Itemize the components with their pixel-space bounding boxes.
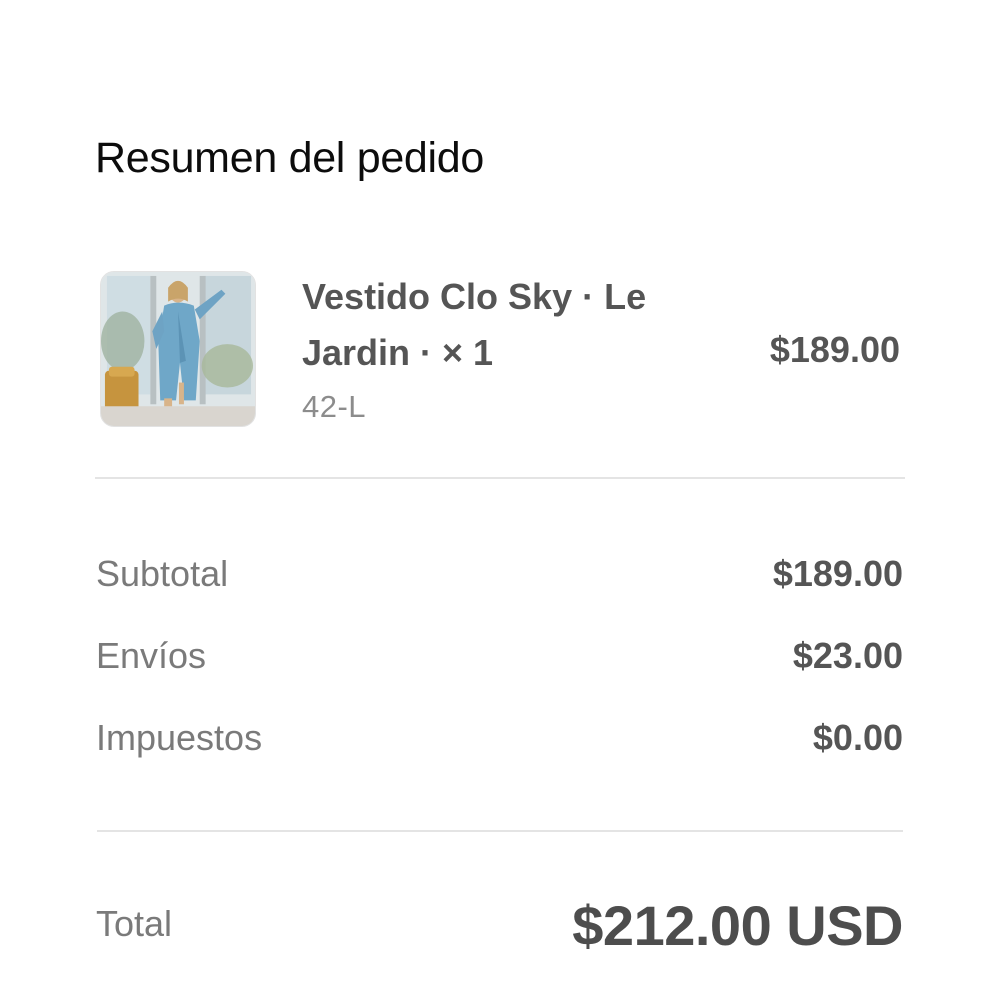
subtotal-value: $189.00 <box>772 553 903 594</box>
divider <box>95 477 905 479</box>
product-thumbnail[interactable] <box>100 271 256 427</box>
shipping-label: Envíos <box>96 635 207 676</box>
product-photo-icon <box>101 272 255 426</box>
taxes-label: Impuestos <box>96 717 263 758</box>
product-name: Vestido Clo Sky · Le Jardin · × 1 <box>302 276 647 373</box>
taxes-value: $0.00 <box>812 717 903 758</box>
total-label: Total <box>96 903 173 944</box>
subtotal-label: Subtotal <box>96 553 229 594</box>
item-price: $189.00 <box>769 329 900 370</box>
product-variant: 42-L <box>302 389 367 424</box>
divider <box>97 830 903 832</box>
shipping-value: $23.00 <box>792 635 903 676</box>
total-value: $212.00 USD <box>572 894 903 957</box>
page-title: Resumen del pedido <box>95 134 485 182</box>
